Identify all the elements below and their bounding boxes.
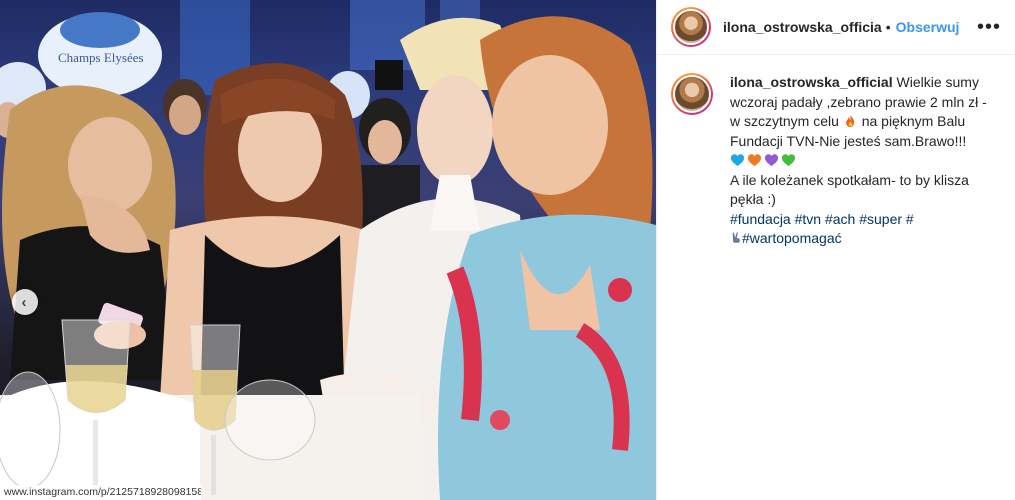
victory-hand-icon [732, 232, 740, 243]
caption-username[interactable]: ilona_ostrowska_official [730, 74, 893, 90]
hashtag-tvn[interactable]: #tvn [795, 211, 821, 227]
photo-illustration: Champs Elysées [0, 0, 656, 500]
follow-button[interactable]: Obserwuj [896, 19, 960, 35]
blue-heart-icon [730, 154, 745, 167]
hashtag-ach[interactable]: #ach [825, 211, 855, 227]
caption-text: ilona_ostrowska_official Wielkie sumy wc… [730, 73, 990, 249]
post-header: ilona_ostrowska_officia • Obserwuj ••• [657, 0, 1015, 55]
separator-dot: • [885, 19, 891, 35]
balloon-sign: Champs Elysées [58, 50, 144, 65]
post-caption: ilona_ostrowska_official Wielkie sumy wc… [657, 55, 1015, 249]
purple-heart-icon [764, 154, 779, 167]
hashtag-fundacja[interactable]: #fundacja [730, 211, 791, 227]
fire-emoji-icon [845, 114, 854, 128]
avatar-image [673, 75, 711, 113]
avatar[interactable] [671, 7, 711, 47]
caption-avatar[interactable] [671, 73, 713, 115]
more-options-icon[interactable]: ••• [977, 17, 1001, 37]
chevron-left-icon: ‹ [21, 293, 27, 311]
post-side-panel: ilona_ostrowska_officia • Obserwuj ••• i… [656, 0, 1015, 500]
post-photo[interactable]: Champs Elysées ‹ www.instagram.com/p/212… [0, 0, 656, 500]
avatar-image [673, 9, 709, 45]
hashtag-wartopomagac[interactable]: #wartopomagać [742, 230, 842, 246]
instagram-post: Champs Elysées ‹ www.instagram.com/p/212… [0, 0, 1015, 500]
green-heart-icon [781, 154, 796, 167]
orange-heart-icon [747, 154, 762, 167]
heart-emojis [730, 153, 796, 167]
hashtag-list: #fundacja #tvn #ach #super # [730, 211, 914, 227]
caption-text-part-3: A ile koleżanek spotkałam- to by klisza … [730, 171, 969, 208]
hashtag-super[interactable]: #super [859, 211, 902, 227]
header-username[interactable]: ilona_ostrowska_officia [723, 19, 882, 35]
carousel-prev-button[interactable]: ‹ [12, 289, 38, 315]
status-url: www.instagram.com/p/2125718928098158297/ [0, 485, 201, 500]
hashtag-empty[interactable]: # [906, 211, 914, 227]
